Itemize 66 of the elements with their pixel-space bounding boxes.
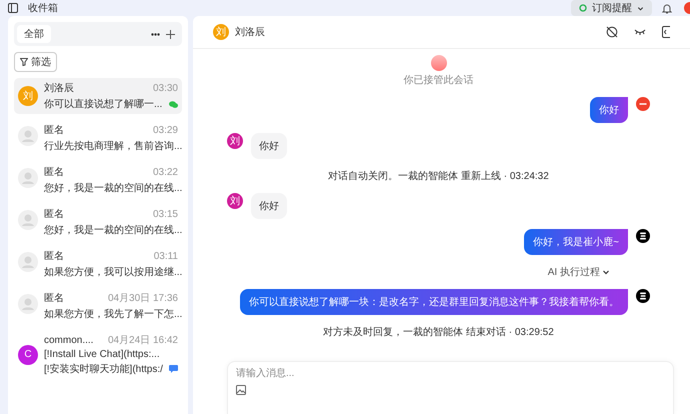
message-time: 03:29: [152, 124, 178, 136]
conversation-item[interactable]: 匿名 03:15 您好，我是一裁的空间的在线...: [14, 204, 182, 240]
contact-name: 刘洛辰: [235, 26, 265, 39]
conversation-item[interactable]: 刘 刘洛辰 03:30 你可以直接说想了解哪一...: [14, 78, 182, 114]
notice-text: 你已接管此会话: [404, 74, 474, 87]
message-preview: [!Install Live Chat](https:...: [44, 349, 160, 360]
user-avatar-icon[interactable]: [682, 2, 690, 14]
message-preview: 您好，我是一裁的空间的在线...: [44, 224, 182, 237]
page-title: 收件箱: [28, 2, 58, 15]
contact-name: common....: [44, 334, 94, 346]
message-preview: [!安装实时聊天功能](https:/: [44, 362, 163, 376]
chevron-down-icon: [602, 268, 610, 276]
conversation-item[interactable]: 匿名 03:29 行业先按电商理解，售前咨询...: [14, 120, 182, 156]
message-bubble: 你好: [251, 193, 287, 219]
message-time: 03:11: [154, 250, 178, 262]
person-avatar-icon: [18, 252, 38, 272]
filter-button[interactable]: 筛选: [14, 52, 57, 72]
event-text: 对话自动关闭。一裁的智能体 重新上线 · 03:24:32: [328, 170, 549, 183]
bell-icon[interactable]: [662, 2, 672, 14]
inbox-icon[interactable]: [8, 3, 18, 13]
message-preview: 你可以直接说想了解哪一...: [44, 98, 162, 111]
message-time: 04月24日 16:42: [108, 334, 178, 347]
contact-name: 匿名: [44, 292, 64, 305]
letter-avatar: 刘: [213, 24, 229, 40]
ai-process-toggle[interactable]: AI 执行过程: [548, 265, 610, 279]
filter-icon: [20, 58, 28, 66]
person-avatar-icon: [18, 168, 38, 188]
letter-avatar: 刘: [227, 193, 243, 209]
image-icon[interactable]: [236, 385, 246, 395]
contact-name: 匿名: [44, 250, 64, 263]
person-avatar-icon: [18, 294, 38, 314]
message-preview: 行业先按电商理解，售前咨询...: [44, 140, 182, 153]
contact-name: 匿名: [44, 124, 64, 137]
message-preview: 如果您方便，我先了解一下怎...: [44, 308, 182, 321]
message-time: 03:30: [152, 82, 178, 94]
message-time: 03:22: [152, 166, 178, 178]
side-panel-icon[interactable]: [662, 26, 670, 38]
avatar-circle-icon: [430, 55, 446, 71]
conversation-item[interactable]: 匿名 03:11 如果您方便，我可以按用途继...: [14, 246, 182, 282]
chevron-down-icon: [637, 4, 644, 12]
person-avatar-icon: [18, 126, 38, 146]
letter-avatar: C: [18, 344, 38, 364]
message-bubble: 你好: [590, 97, 628, 123]
event-text: 对方未及时回复，一裁的智能体 结束对话 · 03:29:52: [323, 326, 554, 339]
plus-icon[interactable]: [166, 30, 175, 38]
conversation-item[interactable]: 匿名 03:22 您好，我是一裁的空间的在线...: [14, 162, 182, 198]
contact-name: 匿名: [44, 208, 64, 221]
conversation-item[interactable]: C common.... 04月24日 16:42 [!Install Live Chat](https:... [!安装实时聊天功能](https:/: [14, 330, 182, 379]
conversation-item[interactable]: 匿名 04月30日 17:36 如果您方便，我先了解一下怎...: [14, 288, 182, 324]
message-bubble: 你可以直接说想了解哪一块：是改名字，还是群里回复消息这件事？我接着帮你看。: [240, 289, 628, 315]
message-preview: 如果您方便，我可以按用途继...: [44, 266, 182, 279]
letter-avatar: 刘: [18, 86, 38, 106]
person-avatar-icon: [18, 210, 38, 230]
subscribe-button[interactable]: 订阅提醒: [571, 0, 652, 16]
message-preview: 您好，我是一裁的空间的在线...: [44, 182, 182, 195]
message-time: 04月30日 17:36: [108, 292, 178, 305]
message-time: 03:15: [152, 208, 178, 220]
chat-off-icon[interactable]: [606, 26, 618, 38]
letter-avatar: 刘: [227, 133, 243, 149]
message-bubble: 你好: [251, 133, 287, 159]
folder-tab[interactable]: 全部: [17, 25, 51, 43]
contact-name: 刘洛辰: [44, 82, 74, 95]
more-icon[interactable]: [151, 32, 160, 36]
contact-name: 匿名: [44, 166, 64, 179]
eye-closed-icon[interactable]: [634, 28, 646, 36]
message-bubble: 你好，我是崔小鹿~: [524, 229, 628, 255]
